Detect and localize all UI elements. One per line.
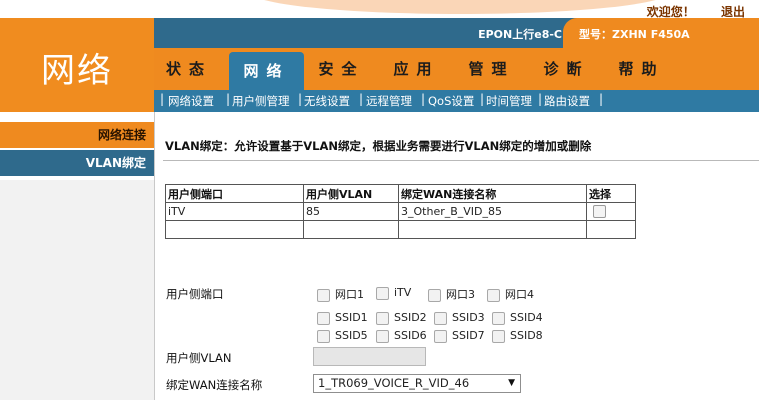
option-label: SSID4	[510, 311, 543, 324]
checkbox[interactable]	[434, 329, 447, 343]
checkbox[interactable]	[376, 286, 389, 300]
top-strip: 欢迎您！ 退出	[0, 0, 759, 19]
page-title: 网络	[41, 51, 113, 91]
tab-status[interactable]: 状态	[154, 48, 224, 90]
tab-management[interactable]: 管理	[454, 48, 529, 90]
option-label: iTV	[394, 286, 412, 299]
sub-nav-separator: |	[480, 92, 485, 106]
tab-security[interactable]: 安全	[304, 48, 379, 90]
option-label: SSID6	[394, 329, 427, 342]
port-option-lan1[interactable]: 网口1	[317, 286, 364, 302]
dropdown-arrow-icon: ▼	[508, 378, 515, 388]
checkbox[interactable]	[492, 311, 505, 325]
cell-empty	[398, 220, 587, 239]
checkbox[interactable]	[317, 288, 330, 302]
sub-nav-time[interactable]: 时间管理	[486, 93, 532, 109]
port-option-ssid8[interactable]: SSID8	[492, 329, 543, 343]
port-option-itv[interactable]: iTV	[376, 286, 411, 300]
option-label: 网口4	[505, 288, 534, 301]
port-option-lan4[interactable]: 网口4	[487, 286, 534, 302]
tab-diagnosis[interactable]: 诊断	[529, 48, 604, 90]
model-name: 型号：ZXHN F450A	[579, 28, 690, 41]
sub-nav-separator: |	[298, 92, 303, 106]
option-label: SSID3	[452, 311, 485, 324]
option-label: SSID7	[452, 329, 485, 342]
column-header-select: 选择	[586, 184, 636, 203]
sub-nav-separator: |	[359, 92, 364, 106]
sub-nav: | 网络设置 | 用户侧管理 | 无线设置 | 远程管理 | QoS设置 | 时…	[154, 90, 759, 112]
option-label: 网口3	[446, 288, 475, 301]
checkbox[interactable]	[492, 329, 505, 343]
cell-empty	[586, 220, 636, 239]
checkbox[interactable]	[317, 311, 330, 325]
page-description: VLAN绑定：允许设置基于VLAN绑定，根据业务需要进行VLAN绑定的增加或删除	[165, 139, 592, 153]
sub-nav-wireless[interactable]: 无线设置	[304, 93, 350, 109]
tab-help[interactable]: 帮助	[604, 48, 679, 90]
sub-nav-qos[interactable]: QoS设置	[428, 93, 474, 109]
port-option-lan3[interactable]: 网口3	[428, 286, 475, 302]
divider	[163, 160, 759, 161]
sidebar-item-vlan-binding[interactable]: VLAN绑定	[0, 150, 154, 176]
option-label: SSID5	[335, 329, 368, 342]
vlan-label: 用户侧VLAN	[166, 351, 232, 365]
sub-nav-separator: |	[160, 92, 165, 106]
sidebar-background	[0, 180, 154, 400]
cell-empty	[303, 220, 399, 239]
table-header-row: 用户侧端口 用户侧VLAN 绑定WAN连接名称 选择	[165, 184, 636, 203]
sub-nav-network-settings[interactable]: 网络设置	[168, 93, 214, 109]
vlan-input[interactable]	[313, 347, 426, 366]
port-option-ssid7[interactable]: SSID7	[434, 329, 485, 343]
row-select-checkbox[interactable]	[593, 205, 606, 219]
option-label: 网口1	[335, 288, 364, 301]
cell-select	[586, 202, 636, 221]
sub-nav-separator: |	[226, 92, 231, 106]
checkbox[interactable]	[428, 288, 441, 302]
port-option-ssid5[interactable]: SSID5	[317, 329, 368, 343]
table-row: iTV 85 3_Other_B_VID_85	[165, 202, 636, 221]
sub-nav-routing[interactable]: 路由设置	[544, 93, 590, 109]
sub-nav-separator: |	[599, 92, 604, 106]
table-row-empty	[165, 220, 636, 239]
cell-wan: 3_Other_B_VID_85	[398, 202, 587, 221]
column-header-wan: 绑定WAN连接名称	[398, 184, 587, 203]
option-label: SSID2	[394, 311, 427, 324]
model-box: 型号：ZXHN F450A	[563, 18, 759, 48]
sidebar-item-network-connection[interactable]: 网络连接	[0, 122, 154, 148]
content-divider	[154, 112, 155, 400]
cell-port: iTV	[165, 202, 304, 221]
column-header-vlan: 用户侧VLAN	[303, 184, 399, 203]
option-label: SSID8	[510, 329, 543, 342]
port-option-ssid4[interactable]: SSID4	[492, 311, 543, 325]
port-option-ssid3[interactable]: SSID3	[434, 311, 485, 325]
checkbox[interactable]	[487, 288, 500, 302]
checkbox[interactable]	[434, 311, 447, 325]
decorative-swoosh	[250, 0, 670, 14]
cell-empty	[165, 220, 304, 239]
device-type: EPON上行e8-C	[478, 28, 562, 41]
vlan-binding-table: 用户侧端口 用户侧VLAN 绑定WAN连接名称 选择 iTV 85 3_Othe…	[165, 184, 636, 239]
checkbox[interactable]	[376, 311, 389, 325]
checkbox[interactable]	[317, 329, 330, 343]
tab-network[interactable]: 网络	[229, 52, 304, 90]
sub-nav-separator: |	[421, 92, 426, 106]
port-option-ssid2[interactable]: SSID2	[376, 311, 427, 325]
port-option-ssid6[interactable]: SSID6	[376, 329, 427, 343]
port-option-ssid1[interactable]: SSID1	[317, 311, 368, 325]
tab-application[interactable]: 应用	[379, 48, 454, 90]
column-header-port: 用户侧端口	[165, 184, 304, 203]
brand-panel: 网络	[0, 18, 154, 112]
welcome-link[interactable]: 欢迎您！	[647, 5, 695, 19]
sub-nav-separator: |	[538, 92, 543, 106]
wan-select-value: 1_TR069_VOICE_R_VID_46	[318, 376, 470, 390]
logout-link[interactable]: 退出	[721, 5, 745, 19]
checkbox[interactable]	[376, 329, 389, 343]
wan-select[interactable]: 1_TR069_VOICE_R_VID_46 ▼	[313, 374, 521, 393]
sub-nav-lan-management[interactable]: 用户侧管理	[232, 93, 290, 109]
main-nav: 状态 网络 安全 应用 管理 诊断 帮助	[154, 48, 759, 90]
cell-vlan: 85	[303, 202, 399, 221]
wan-label: 绑定WAN连接名称	[166, 378, 263, 392]
sub-nav-remote-management[interactable]: 远程管理	[366, 93, 412, 109]
port-label: 用户侧端口	[166, 287, 224, 301]
option-label: SSID1	[335, 311, 368, 324]
